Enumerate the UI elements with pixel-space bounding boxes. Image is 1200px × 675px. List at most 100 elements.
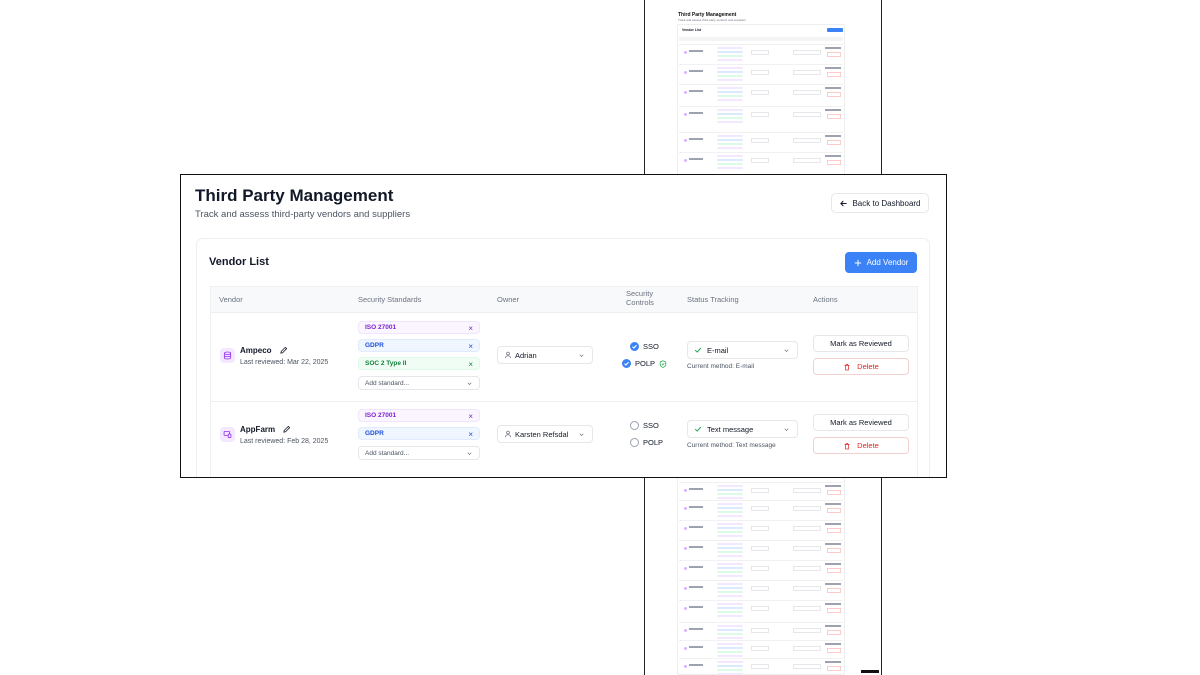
control-polp[interactable]: POLP	[622, 359, 667, 368]
owner-select[interactable]: Karsten Refsdal	[497, 425, 593, 443]
thumbnail-delete	[827, 490, 841, 495]
plus-icon	[854, 259, 861, 266]
mark-as-reviewed-button[interactable]: Mark as Reviewed	[813, 335, 909, 352]
thumbnail-owner	[751, 586, 769, 591]
thumbnail-vendor-icon	[684, 647, 687, 650]
thumbnail-standard-tag	[717, 583, 743, 585]
thumbnail-vendor-name	[689, 526, 703, 528]
chevron-down-icon	[579, 433, 584, 437]
control-label: POLP	[643, 438, 664, 447]
thumbnail-standard-tag	[717, 47, 743, 49]
status-value: Text message	[707, 424, 754, 434]
thumbnail-standard-tag	[717, 655, 743, 657]
thumbnail-vendor-icon	[684, 665, 687, 668]
thumbnail-row	[679, 600, 843, 619]
thumbnail-standard-tag	[717, 543, 743, 545]
current-method: Current method: E-mail	[687, 363, 755, 370]
thumbnail-owner	[751, 90, 769, 95]
thumbnail-action	[825, 135, 841, 137]
column-security-standards: Security Standards	[358, 295, 422, 304]
add-standard-select[interactable]: Add standard...	[358, 376, 480, 390]
thumbnail-standard-tag	[717, 531, 743, 533]
thumbnail-vendor-name	[689, 138, 703, 140]
delete-label: Delete	[857, 441, 879, 450]
thumbnail-delete	[827, 548, 841, 553]
table-row: AppFarm Last reviewed: Feb 28, 2025 ISO …	[211, 401, 917, 477]
thumbnail-standard-tag	[717, 147, 743, 149]
thumbnail-standard-tag	[717, 661, 743, 663]
control-sso[interactable]: SSO	[630, 342, 659, 351]
thumbnail-status	[793, 158, 821, 163]
owner-select[interactable]: Adrian	[497, 346, 593, 364]
thumbnail-owner	[751, 112, 769, 117]
thumbnail-standard-tag	[717, 75, 743, 77]
thumbnail-standard-tag	[717, 91, 743, 93]
thumbnail-delete	[827, 568, 841, 573]
thumbnail-vendor-name	[689, 566, 703, 568]
thumbnail-action	[825, 523, 841, 525]
thumbnail-vendor-name	[689, 158, 703, 160]
thumbnail-owner	[751, 526, 769, 531]
thumbnail-row	[679, 640, 843, 659]
remove-standard-icon[interactable]: ×	[468, 412, 473, 421]
thumbnail-vendor-icon	[684, 71, 687, 74]
vendor-table: Vendor Security Standards Owner Security…	[210, 286, 918, 477]
thumbnail-badge	[861, 670, 879, 673]
delete-button[interactable]: Delete	[813, 358, 909, 375]
remove-standard-icon[interactable]: ×	[468, 342, 473, 351]
control-label: POLP	[635, 359, 656, 368]
thumbnail-standard-tag	[717, 167, 743, 169]
thumbnail-standard-tag	[717, 113, 743, 115]
shield-check-icon	[659, 359, 667, 368]
thumbnail-owner	[751, 646, 769, 651]
thumbnail-vendor-icon	[684, 547, 687, 550]
add-standard-select[interactable]: Add standard...	[358, 446, 480, 460]
thumbnail-vendor-name	[689, 70, 703, 72]
back-to-dashboard-button[interactable]: Back to Dashboard	[831, 193, 929, 213]
thumbnail-standard-tag	[717, 95, 743, 97]
remove-standard-icon[interactable]: ×	[468, 324, 473, 333]
pencil-icon[interactable]	[279, 346, 288, 355]
thumbnail-table-header	[679, 37, 843, 41]
status-select[interactable]: E-mail	[687, 341, 798, 359]
thumbnail-row	[679, 500, 843, 519]
thumbnail-standard-tag	[717, 669, 743, 671]
add-standard-placeholder: Add standard...	[365, 379, 410, 387]
thumbnail-delete	[827, 666, 841, 671]
page-subtitle: Track and assess third-party vendors and…	[195, 209, 411, 220]
thumbnail-action	[825, 603, 841, 605]
thumbnail-delete	[827, 160, 841, 165]
thumbnail-standard-tag	[717, 155, 743, 157]
thumbnail-standard-tag	[717, 507, 743, 509]
chevron-down-icon	[467, 452, 472, 456]
thumbnail-delete	[827, 588, 841, 593]
thumbnail-standard-tag	[717, 567, 743, 569]
pencil-icon[interactable]	[282, 425, 291, 434]
thumbnail-vendor-list-title: Vendor List	[682, 28, 702, 32]
thumbnail-status	[793, 646, 821, 651]
thumbnail-vendor-icon	[684, 91, 687, 94]
thumbnail-delete	[827, 528, 841, 533]
control-polp[interactable]: POLP	[630, 438, 663, 447]
remove-standard-icon[interactable]: ×	[468, 430, 473, 439]
remove-standard-icon[interactable]: ×	[468, 360, 473, 369]
thumbnail-status	[793, 50, 821, 55]
unchecked-circle-icon	[630, 421, 639, 430]
thumbnail-owner	[751, 138, 769, 143]
thumbnail-status	[793, 586, 821, 591]
owner-value: Karsten Refsdal	[515, 429, 569, 439]
thumbnail-vendor-icon	[684, 113, 687, 116]
thumbnail-standard-tag	[717, 163, 743, 165]
mark-as-reviewed-button[interactable]: Mark as Reviewed	[813, 414, 909, 431]
add-vendor-button[interactable]: Add Vendor	[845, 252, 917, 273]
standard-label: ISO 27001	[365, 324, 397, 331]
thumbnail-standard-tag	[717, 109, 743, 111]
thumbnail-status	[793, 70, 821, 75]
delete-button[interactable]: Delete	[813, 437, 909, 454]
standard-label: GDPR	[365, 430, 384, 437]
control-sso[interactable]: SSO	[630, 421, 659, 430]
status-select[interactable]: Text message	[687, 420, 798, 438]
thumbnail-standard-tag	[717, 527, 743, 529]
thumbnail-vendor-name	[689, 628, 703, 630]
check-icon	[694, 426, 702, 432]
